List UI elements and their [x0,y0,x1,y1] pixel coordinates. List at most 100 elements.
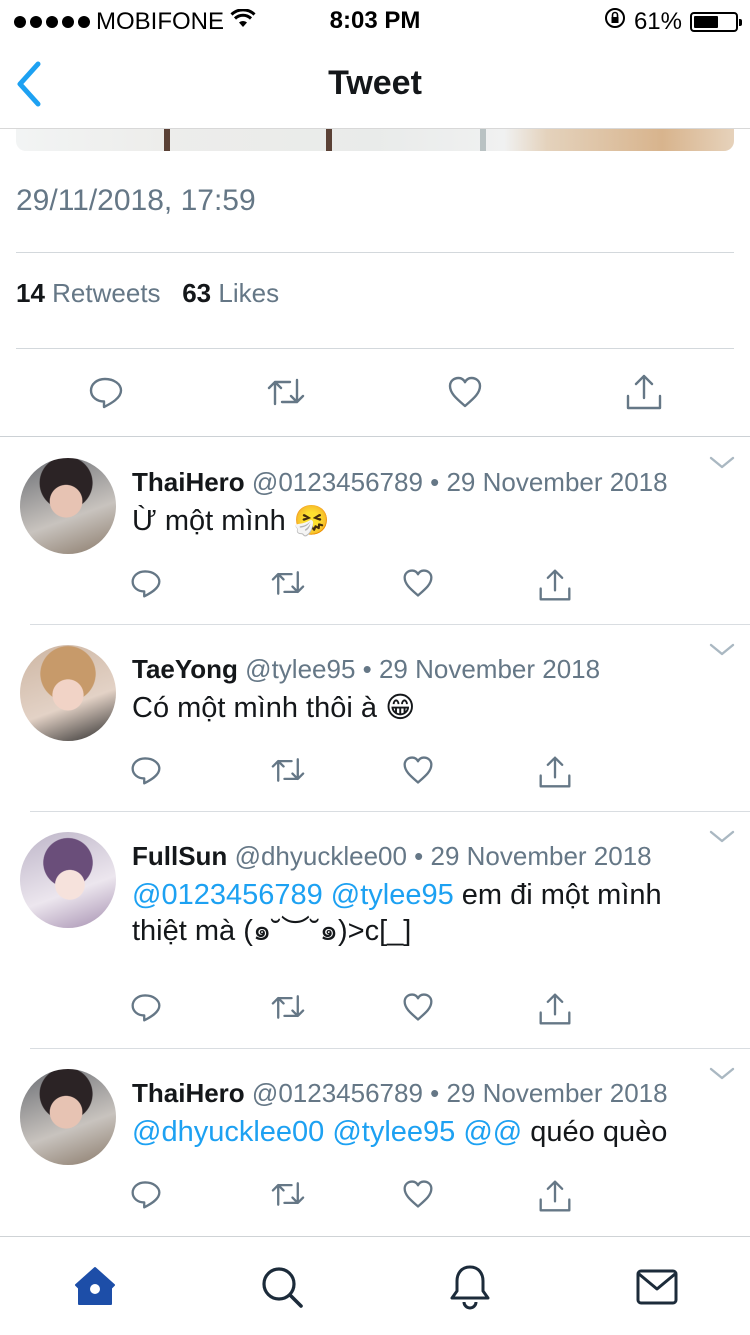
like-button[interactable] [402,754,434,786]
retweet-icon [271,758,305,782]
nav-bar: Tweet [0,40,750,129]
share-button[interactable] [538,567,572,603]
retweet-button[interactable] [266,374,306,410]
reply-header: TaeYong @tylee95 • 29 November 2018 [132,654,600,685]
reply-header: ThaiHero @0123456789 • 29 November 2018 [132,1078,668,1109]
reply-divider [30,811,750,812]
tab-search[interactable] [259,1264,305,1310]
share-button[interactable] [538,754,572,790]
emoji: 😁 [385,692,416,724]
share-button[interactable] [625,372,663,412]
reply-button[interactable] [88,374,124,410]
reply-icon [89,377,123,409]
reply-text: @dhyucklee00 @tylee95 @@ quéo quèo [132,1114,702,1150]
chevron-down-icon [709,643,735,656]
like-button[interactable] [447,374,483,410]
reply-body: Có một mình thôi à [132,692,377,724]
retweet-button[interactable] [270,1178,306,1210]
emoji: 🤧 [293,505,330,537]
retweet-button[interactable] [270,991,306,1023]
tweet-datetime: 29/11/2018, 17:59 [16,184,256,217]
divider [16,252,734,253]
share-icon [539,993,571,1025]
share-button[interactable] [538,991,572,1027]
reply-text: @0123456789 @tylee95 em đi một mình thiệ… [132,877,702,949]
handle-and-date[interactable]: @dhyucklee00 • 29 November 2018 [235,841,652,871]
handle-and-date[interactable]: @tylee95 • 29 November 2018 [245,654,600,684]
mention-links[interactable]: @dhyucklee00 @tylee95 @@ [132,1116,522,1148]
retweet-icon [271,1182,305,1206]
reply-menu-button[interactable] [708,455,736,476]
retweet-icon [271,995,305,1019]
heart-icon [448,376,482,408]
retweets-count[interactable]: 14 [16,278,45,308]
mail-icon [636,1269,678,1305]
reply-body: quéo quèo [522,1116,668,1148]
reply-divider [30,1048,750,1049]
retweet-icon [271,571,305,595]
handle-and-date[interactable]: @0123456789 • 29 November 2018 [252,1078,668,1108]
tab-notifications[interactable] [448,1263,492,1311]
reply-icon [131,757,161,785]
divider [16,348,734,349]
avatar[interactable] [20,645,116,741]
avatar[interactable] [20,458,116,554]
chevron-down-icon [709,830,735,843]
battery-icon [690,11,742,32]
bell-icon [450,1265,490,1310]
chevron-down-icon [709,456,735,469]
reply-header: ThaiHero @0123456789 • 29 November 2018 [132,467,668,498]
like-button[interactable] [402,567,434,599]
display-name[interactable]: FullSun [132,841,227,871]
retweet-button[interactable] [270,754,306,786]
reply-menu-button[interactable] [708,642,736,663]
battery-percent: 61% [633,7,682,35]
retweet-button[interactable] [270,567,306,599]
reply-divider [30,624,750,625]
mention-links[interactable]: @0123456789 @tylee95 [132,879,454,911]
tweet-media-image[interactable] [16,129,734,151]
heart-icon [403,1180,433,1208]
avatar[interactable] [20,1069,116,1165]
tab-home[interactable] [72,1265,118,1307]
display-name[interactable]: ThaiHero [132,1078,245,1108]
rotation-lock-icon [604,7,626,36]
display-name[interactable]: ThaiHero [132,467,245,497]
reply-menu-button[interactable] [708,829,736,850]
share-icon [539,569,571,601]
retweet-icon [267,378,305,406]
share-button[interactable] [538,1178,572,1214]
likes-count[interactable]: 63 [182,278,211,308]
heart-icon [403,993,433,1021]
page-title: Tweet [328,64,422,102]
status-bar: MOBIFONE 8:03 PM 61% [0,0,750,40]
like-button[interactable] [402,991,434,1023]
heart-icon [403,569,433,597]
section-divider [0,436,750,437]
share-icon [626,374,662,410]
handle-and-date[interactable]: @0123456789 • 29 November 2018 [252,467,668,497]
retweets-label[interactable]: Retweets [52,278,160,308]
reply-text: Có một mình thôi à 😁 [132,690,702,726]
search-icon [262,1267,303,1308]
avatar[interactable] [20,832,116,928]
reply-button[interactable] [130,991,162,1023]
tab-bar [0,1236,750,1335]
display-name[interactable]: TaeYong [132,654,238,684]
home-icon [75,1267,115,1305]
reply-text: Ừ một mình 🤧 [132,503,702,539]
tab-messages[interactable] [636,1269,678,1305]
like-button[interactable] [402,1178,434,1210]
reply-menu-button[interactable] [708,1066,736,1087]
reply-icon [131,570,161,598]
reply-button[interactable] [130,567,162,599]
reply-body: Ừ một mình [132,505,286,537]
reply-icon [131,1181,161,1209]
reply-button[interactable] [130,754,162,786]
reply-header: FullSun @dhyucklee00 • 29 November 2018 [132,841,652,872]
chevron-down-icon [709,1067,735,1080]
tweet-stats: 14 Retweets 63 Likes [16,278,279,309]
reply-button[interactable] [130,1178,162,1210]
heart-icon [403,756,433,784]
likes-label[interactable]: Likes [218,278,279,308]
